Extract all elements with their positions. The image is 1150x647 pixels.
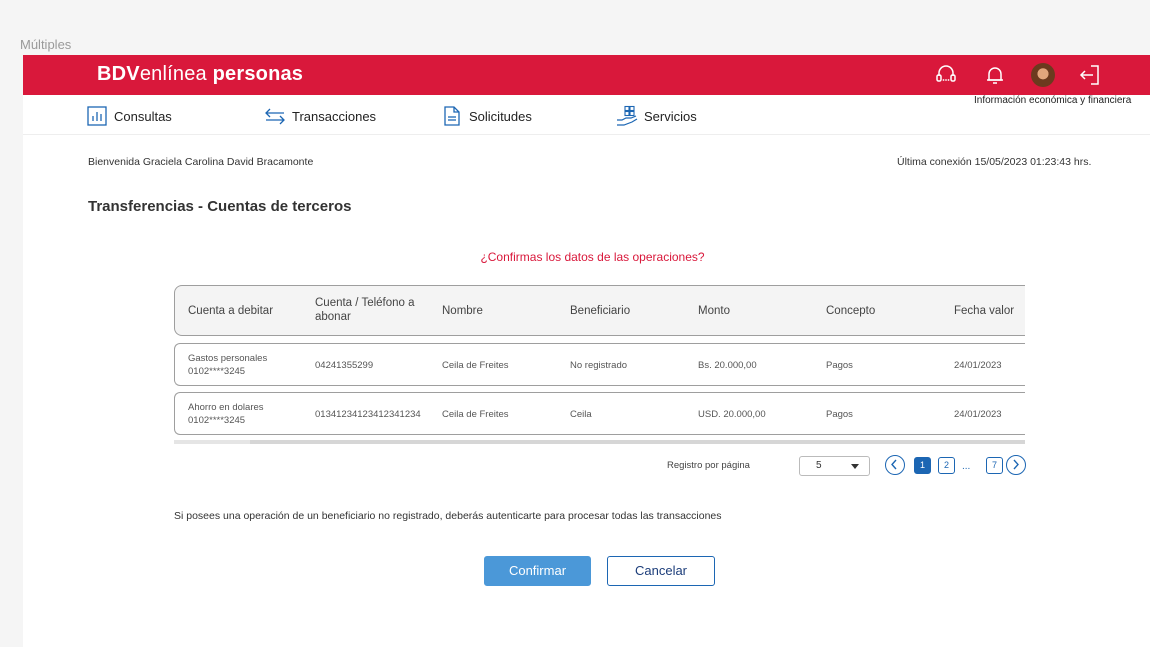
page-button-7[interactable]: 7: [986, 457, 1003, 474]
per-page-value: 5: [816, 460, 822, 471]
page-button-1[interactable]: 1: [914, 457, 931, 474]
nav-label: Servicios: [644, 108, 697, 124]
confirm-button[interactable]: Confirmar: [484, 556, 591, 586]
document-icon: [444, 106, 460, 126]
page-button-2[interactable]: 2: [938, 457, 955, 474]
page-title: Transferencias - Cuentas de terceros: [88, 198, 352, 215]
amount: USD. 20.000,00: [698, 409, 766, 420]
brand-part-2: enlínea: [139, 63, 207, 85]
brand-part-3: personas: [212, 63, 304, 85]
brand-logo[interactable]: BDVenlínea personas: [97, 63, 303, 86]
name: Ceila de Freites: [442, 409, 509, 420]
account-number: 0102****3245: [188, 366, 246, 377]
column-header: Beneficiario: [570, 305, 631, 317]
next-page-button[interactable]: [1006, 455, 1026, 475]
name: Ceila de Freites: [442, 360, 509, 371]
concept: Pagos: [826, 409, 853, 420]
table-row: Ahorro en dolares 0102****3245 013412341…: [174, 392, 1025, 435]
notifications-bell-icon[interactable]: [982, 62, 1008, 88]
column-header: Concepto: [826, 305, 876, 317]
nav-label: Transacciones: [292, 108, 377, 124]
per-page-select[interactable]: 5: [799, 456, 870, 476]
chevron-left-icon: [891, 459, 897, 470]
scrollbar-thumb[interactable]: [250, 440, 1025, 444]
transfer-arrows-icon: [265, 108, 285, 125]
account-number: 0102****3245: [188, 415, 246, 426]
column-header: Fecha valor: [954, 305, 1015, 317]
column-header: Monto: [698, 305, 730, 317]
account-name: Gastos personales: [188, 353, 268, 364]
user-avatar[interactable]: [1031, 63, 1055, 87]
date: 24/01/2023: [954, 409, 1002, 420]
cancel-button[interactable]: Cancelar: [607, 556, 715, 586]
nav-item-servicios[interactable]: Servicios: [616, 105, 697, 127]
chevron-down-icon: [851, 464, 859, 469]
chevron-right-icon: [1013, 459, 1019, 470]
hand-services-icon: [617, 105, 638, 126]
destination: 01341234123412341234: [315, 409, 421, 420]
authentication-notice: Si posees una operación de un beneficiar…: [174, 510, 722, 522]
date: 24/01/2023: [954, 360, 1002, 371]
prev-page-button[interactable]: [885, 455, 905, 475]
column-header: Nombre: [442, 305, 483, 317]
frame-label: Múltiples: [20, 37, 72, 52]
confirmation-question-text: ¿Confirmas los datos de las operaciones?: [480, 250, 705, 264]
page: BDVenlínea personas Información económic…: [23, 55, 1150, 647]
nav-item-consultas[interactable]: Consultas: [86, 105, 172, 127]
beneficiary: No registrado: [570, 360, 628, 371]
logout-icon[interactable]: [1077, 62, 1103, 88]
nav-item-transacciones[interactable]: Transacciones: [264, 105, 376, 127]
column-header: Cuenta / Teléfono a abonar: [315, 297, 415, 323]
beneficiary: Ceila: [570, 409, 592, 420]
per-page-label: Registro por página: [667, 460, 750, 471]
destination: 04241355299: [315, 360, 374, 371]
support-headset-icon[interactable]: [933, 62, 959, 88]
horizontal-scrollbar[interactable]: [174, 440, 1025, 444]
last-connection: Última conexión 15/05/2023 01:23:43 hrs.: [897, 156, 1092, 168]
column-header: Cuenta a debitar: [188, 305, 274, 317]
chart-bars-icon: [87, 106, 107, 126]
concept: Pagos: [826, 360, 853, 371]
account-name: Ahorro en dolares: [188, 402, 264, 413]
nav-item-solicitudes[interactable]: Solicitudes: [441, 105, 532, 127]
nav-label: Solicitudes: [469, 108, 532, 124]
top-bar: BDVenlínea personas: [23, 55, 1150, 95]
brand-part-1: BDV: [97, 63, 140, 85]
confirmation-question: ¿Confirmas los datos de las operaciones?: [23, 250, 1150, 264]
table-header: Cuenta a debitar Cuenta / Teléfono a abo…: [174, 285, 1025, 336]
pagination-ellipsis: ...: [962, 461, 971, 472]
nav-label: Consultas: [114, 108, 172, 124]
table-row: Gastos personales 0102****3245 042413552…: [174, 343, 1025, 386]
welcome-message: Bienvenida Graciela Carolina David Braca…: [88, 156, 314, 168]
main-nav: Consultas Transacciones Solicitudes Serv…: [23, 95, 1150, 135]
amount: Bs. 20.000,00: [698, 360, 757, 371]
